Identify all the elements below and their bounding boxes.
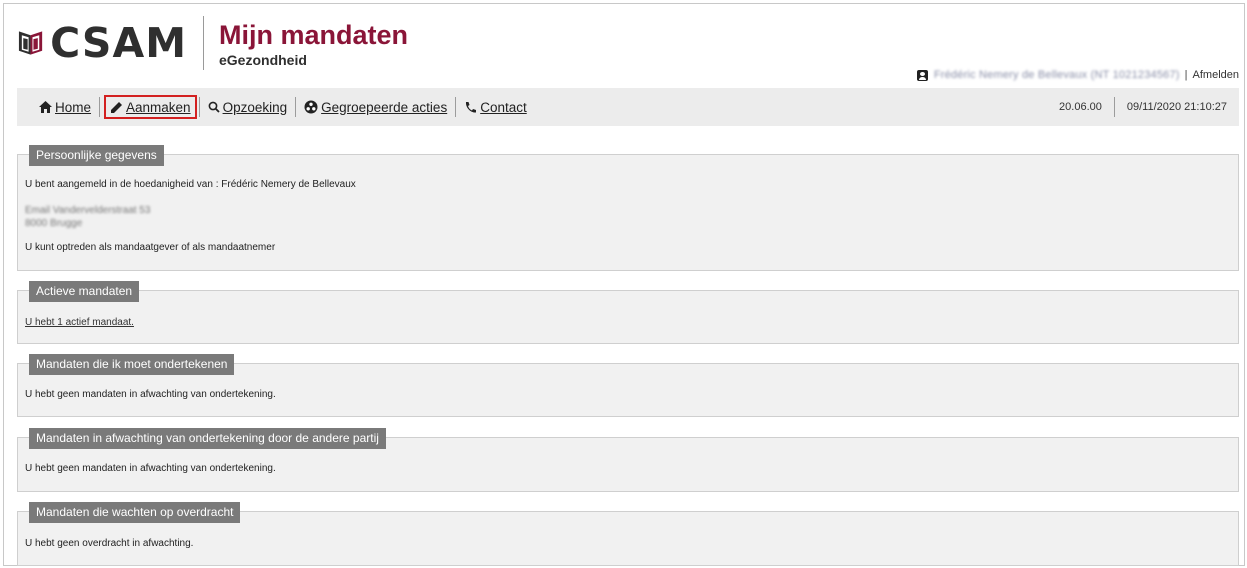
app-version: 20.06.00 (1059, 101, 1102, 113)
personal-address-street: Email Vandervelderstraat 53 (25, 205, 151, 216)
user-name: Frédéric Nemery de Bellevaux (NT 1021234… (933, 69, 1180, 81)
nav-aanmaken[interactable]: Aanmaken (104, 95, 197, 119)
panel-mandates-to-sign: Mandaten die ik moet ondertekenen U hebt… (17, 354, 1239, 417)
pencil-icon (110, 101, 123, 114)
group-icon (304, 100, 318, 114)
mandates-awaiting-other-text: U hebt geen mandaten in afwachting van o… (25, 463, 276, 474)
personal-role-text: U kunt optreden als mandaatgever of als … (25, 242, 276, 253)
nav-contact-label: Contact (480, 99, 527, 115)
nav-home[interactable]: Home (33, 95, 97, 119)
nav-opzoeking[interactable]: Opzoeking (202, 95, 294, 119)
nav-right-separator (1113, 97, 1115, 117)
nav-separator (295, 97, 297, 117)
panel-mandates-awaiting-other-title: Mandaten in afwachting van ondertekening… (29, 428, 386, 449)
nav-separator (198, 97, 200, 117)
phone-icon (464, 101, 477, 114)
personal-logged-in-text: U bent aangemeld in de hoedanigheid van … (25, 179, 356, 190)
app-title: Mijn mandaten (219, 20, 409, 50)
home-icon (39, 101, 52, 113)
app-subtitle: eGezondheid (219, 52, 307, 68)
nav-gegroepeerde-acties-label: Gegroepeerde acties (321, 99, 448, 115)
search-icon (208, 101, 220, 113)
active-mandates-link[interactable]: U hebt 1 actief mandaat. (25, 316, 134, 329)
nav-opzoeking-label: Opzoeking (222, 99, 288, 115)
current-datetime: 09/11/2020 21:10:27 (1126, 101, 1227, 113)
nav-contact[interactable]: Contact (458, 95, 533, 119)
panel-mandates-awaiting-transfer-title: Mandaten die wachten op overdracht (29, 502, 241, 523)
nav-home-label: Home (55, 99, 92, 115)
nav-gegroepeerde-acties[interactable]: Gegroepeerde acties (298, 95, 453, 119)
panel-mandates-awaiting-transfer: Mandaten die wachten op overdracht U heb… (17, 502, 1239, 566)
panel-personal-data-title: Persoonlijke gegevens (29, 145, 164, 166)
user-card-icon (916, 69, 928, 81)
mandates-to-sign-text: U hebt geen mandaten in afwachting van o… (25, 389, 276, 400)
personal-address-city: 8000 Brugge (25, 218, 83, 229)
user-bar: Frédéric Nemery de Bellevaux (NT 1021234… (916, 68, 1239, 82)
panel-active-mandates: Actieve mandaten U hebt 1 actief mandaat… (17, 281, 1239, 344)
header-divider (203, 16, 204, 70)
nav-separator (99, 97, 101, 117)
panel-mandates-awaiting-other: Mandaten in afwachting van ondertekening… (17, 428, 1239, 492)
logo-text: CSAM (50, 18, 187, 67)
nav-aanmaken-label: Aanmaken (126, 99, 191, 115)
csam-logo-icon (18, 31, 43, 55)
panel-mandates-to-sign-title: Mandaten die ik moet ondertekenen (29, 354, 235, 375)
panel-active-mandates-title: Actieve mandaten (29, 281, 140, 302)
logout-link[interactable]: Afmelden (1193, 69, 1239, 81)
user-separator: | (1184, 69, 1188, 81)
main-navbar: Home Aanmaken Opzoeking Gegroepeerde act… (17, 88, 1239, 126)
nav-right-info: 20.06.00 09/11/2020 21:10:27 (1059, 88, 1227, 126)
nav-separator (455, 97, 457, 117)
csam-logo: CSAM (17, 14, 187, 72)
panel-personal-data: Persoonlijke gegevens U bent aangemeld i… (17, 145, 1239, 271)
mandates-awaiting-transfer-text: U hebt geen overdracht in afwachting. (25, 538, 194, 549)
